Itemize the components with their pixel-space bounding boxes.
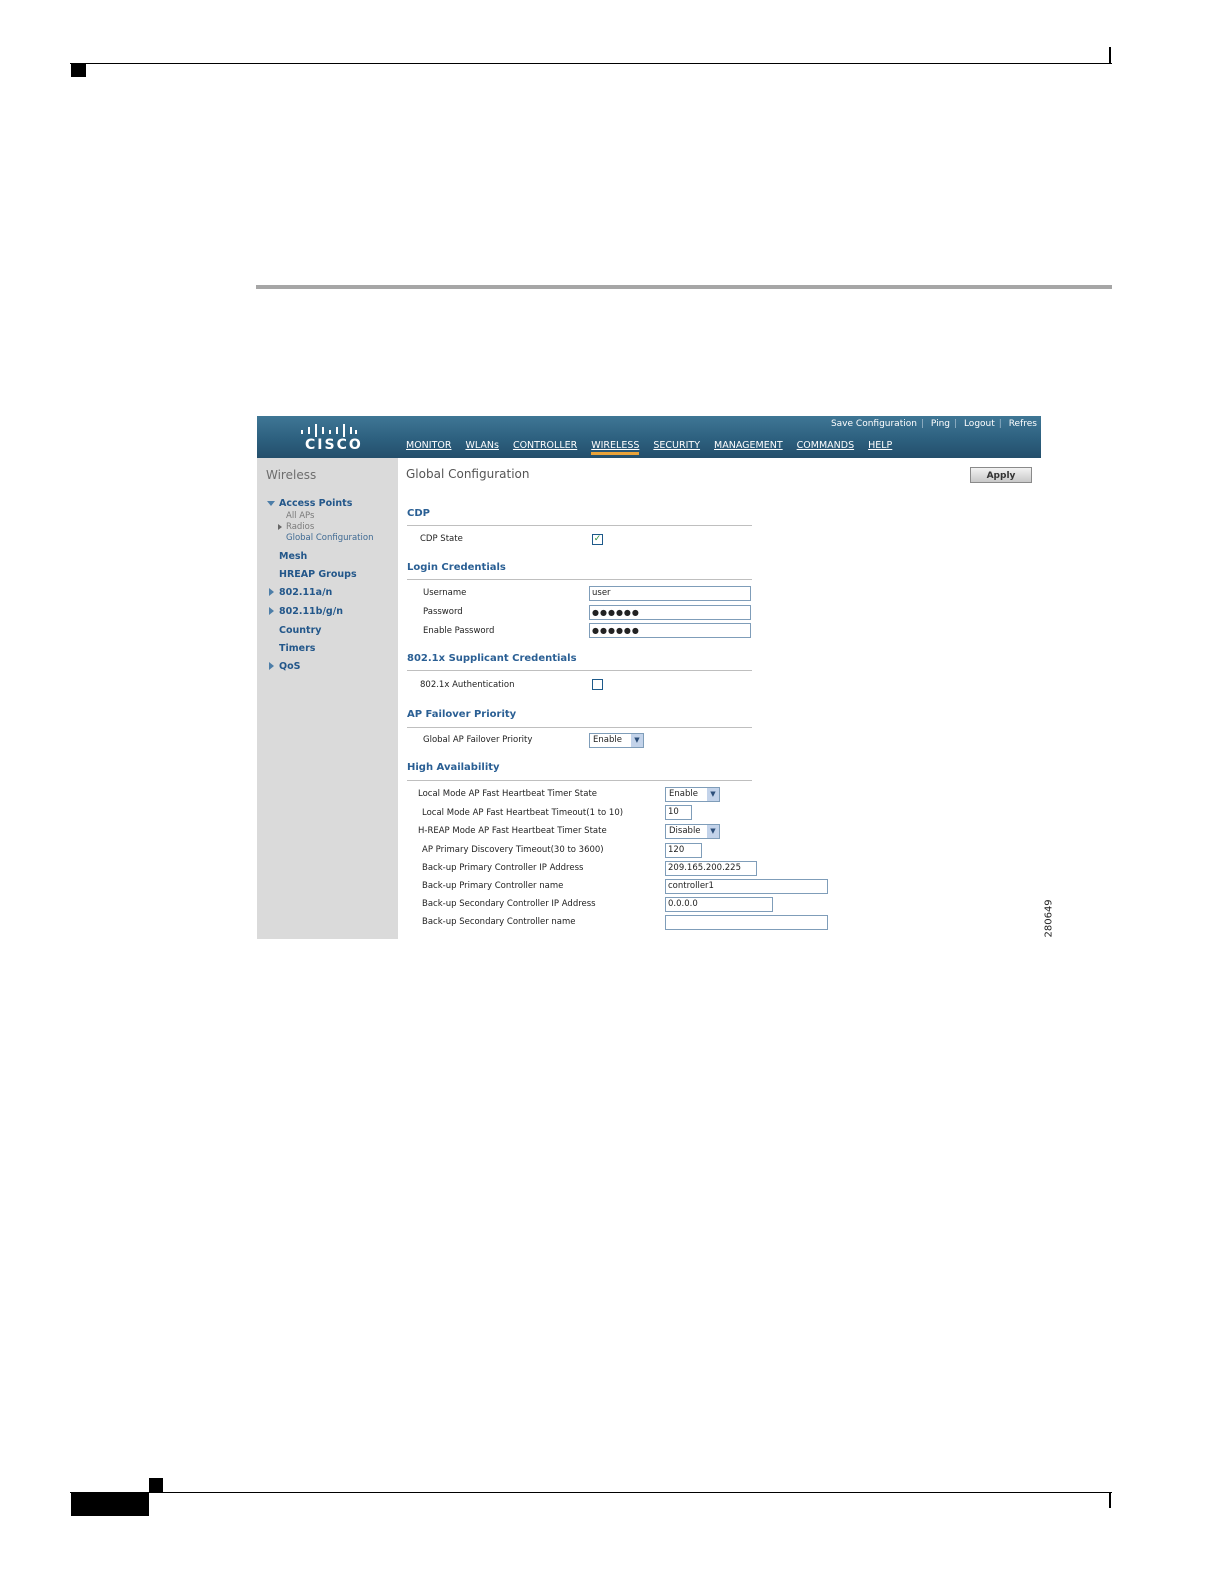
password-label: Password (423, 607, 463, 617)
local-heartbeat-state-select[interactable]: Enable ▼ (665, 787, 720, 802)
sidebar-item-country[interactable]: Country (279, 625, 321, 636)
hreap-heartbeat-state-select[interactable]: Disable ▼ (665, 824, 720, 839)
backup-primary-ip-input[interactable]: 209.165.200.225 (665, 861, 757, 876)
primary-discovery-timeout-label: AP Primary Discovery Timeout(30 to 3600) (422, 845, 604, 855)
backup-secondary-name-label: Back-up Secondary Controller name (422, 917, 576, 927)
header-rule (70, 63, 1112, 64)
nav-controller[interactable]: CONTROLLER (513, 440, 577, 455)
nav-monitor[interactable]: MONITOR (406, 440, 451, 455)
sidebar-item-access-points[interactable]: Access Points (279, 498, 352, 509)
dot1x-auth-checkbox[interactable] (592, 679, 603, 690)
ping-link[interactable]: Ping (927, 419, 954, 429)
nav-wireless[interactable]: WIRELESS (591, 440, 640, 455)
enable-password-input[interactable]: ●●●●●● (589, 623, 751, 638)
section-divider (407, 579, 752, 580)
primary-discovery-timeout-input[interactable]: 120 (665, 843, 702, 858)
header-tick (1109, 47, 1111, 64)
section-divider (407, 780, 752, 781)
local-heartbeat-timeout-input[interactable]: 10 (665, 805, 692, 820)
nav-help[interactable]: HELP (868, 440, 892, 455)
backup-secondary-ip-input[interactable]: 0.0.0.0 (665, 897, 773, 912)
sidebar-subitem-global-configuration[interactable]: Global Configuration (286, 533, 373, 543)
local-heartbeat-timeout-label: Local Mode AP Fast Heartbeat Timeout(1 t… (422, 808, 624, 818)
sidebar-title: Wireless (266, 468, 317, 482)
figure-id: 280649 (1041, 897, 1057, 939)
sidebar-item-qos[interactable]: QoS (279, 661, 300, 672)
cdp-state-checkbox[interactable]: ✓ (592, 534, 603, 545)
section-ha-heading: High Availability (407, 762, 500, 773)
expand-down-icon[interactable] (267, 501, 275, 506)
main-nav: MONITOR WLANs CONTROLLER WIRELESS SECURITY MA… (406, 440, 906, 455)
footer-block (71, 1493, 149, 1516)
expand-right-icon[interactable] (278, 524, 282, 530)
username-input[interactable]: user (589, 586, 751, 601)
nav-commands[interactable]: COMMANDS (797, 440, 854, 455)
failover-priority-value: Enable (593, 735, 622, 745)
expand-right-icon[interactable] (269, 607, 274, 615)
section-cdp-heading: CDP (407, 508, 430, 519)
local-heartbeat-state-value: Enable (669, 789, 698, 799)
save-configuration-link[interactable]: Save Configuration (827, 419, 921, 429)
sidebar-item-timers[interactable]: Timers (279, 643, 315, 654)
section-divider (407, 670, 752, 671)
chevron-down-icon: ▼ (707, 825, 719, 838)
failover-priority-label: Global AP Failover Priority (423, 735, 533, 745)
username-label: Username (423, 588, 467, 598)
failover-priority-select[interactable]: Enable ▼ (589, 733, 644, 748)
figure-id-text: 280649 (1043, 899, 1055, 938)
backup-primary-ip-label: Back-up Primary Controller IP Address (422, 863, 584, 873)
page-title: Global Configuration (406, 467, 530, 481)
cdp-state-label: CDP State (420, 534, 463, 544)
refresh-link[interactable]: Refres (1005, 419, 1041, 429)
apply-button[interactable]: Apply (970, 467, 1032, 483)
section-divider (407, 525, 752, 526)
nav-wlans[interactable]: WLANs (465, 440, 498, 455)
sidebar: Wireless Access Points All APs Radios Gl… (257, 458, 398, 939)
enable-password-label: Enable Password (423, 626, 495, 636)
sidebar-subitem-radios[interactable]: Radios (286, 522, 314, 532)
chevron-down-icon: ▼ (707, 788, 719, 801)
local-heartbeat-state-label: Local Mode AP Fast Heartbeat Timer State (418, 789, 598, 799)
backup-secondary-ip-label: Back-up Secondary Controller IP Address (422, 899, 596, 909)
utility-links: Save Configuration | Ping | Logout | Refres (827, 419, 1041, 429)
hreap-heartbeat-state-label: H-REAP Mode AP Fast Heartbeat Timer Stat… (418, 826, 607, 836)
nav-management[interactable]: MANAGEMENT (714, 440, 783, 455)
dot1x-auth-label: 802.1x Authentication (420, 680, 515, 690)
footer-mark (149, 1478, 163, 1492)
wlc-screenshot: CISCO Save Configuration | Ping | Logout | … (257, 416, 1041, 939)
sidebar-item-80211an[interactable]: 802.11a/n (279, 587, 332, 598)
backup-primary-name-input[interactable]: controller1 (665, 879, 828, 894)
sidebar-item-hreap-groups[interactable]: HREAP Groups (279, 569, 357, 580)
section-divider (256, 285, 1112, 289)
sidebar-subitem-all-aps[interactable]: All APs (286, 511, 314, 521)
sidebar-item-mesh[interactable]: Mesh (279, 551, 307, 562)
section-failover-heading: AP Failover Priority (407, 709, 517, 720)
password-input[interactable]: ●●●●●● (589, 605, 751, 620)
app-header: CISCO Save Configuration | Ping | Logout | … (257, 416, 1041, 458)
expand-right-icon[interactable] (269, 662, 274, 670)
footer-rule (70, 1492, 1112, 1493)
header-corner-mark (71, 64, 86, 77)
expand-right-icon[interactable] (269, 588, 274, 596)
backup-primary-name-label: Back-up Primary Controller name (422, 881, 564, 891)
chevron-down-icon: ▼ (631, 734, 643, 747)
cisco-logo-icon (301, 424, 357, 437)
hreap-heartbeat-state-value: Disable (669, 826, 701, 836)
sidebar-item-80211bgn[interactable]: 802.11b/g/n (279, 606, 343, 617)
footer-tick (1109, 1493, 1111, 1508)
section-supplicant-heading: 802.1x Supplicant Credentials (407, 653, 577, 664)
backup-secondary-name-input[interactable] (665, 915, 828, 930)
section-divider (407, 727, 752, 728)
logout-link[interactable]: Logout (960, 419, 999, 429)
nav-security[interactable]: SECURITY (653, 440, 700, 455)
cisco-logo-text: CISCO (305, 437, 363, 453)
section-login-heading: Login Credentials (407, 562, 506, 573)
